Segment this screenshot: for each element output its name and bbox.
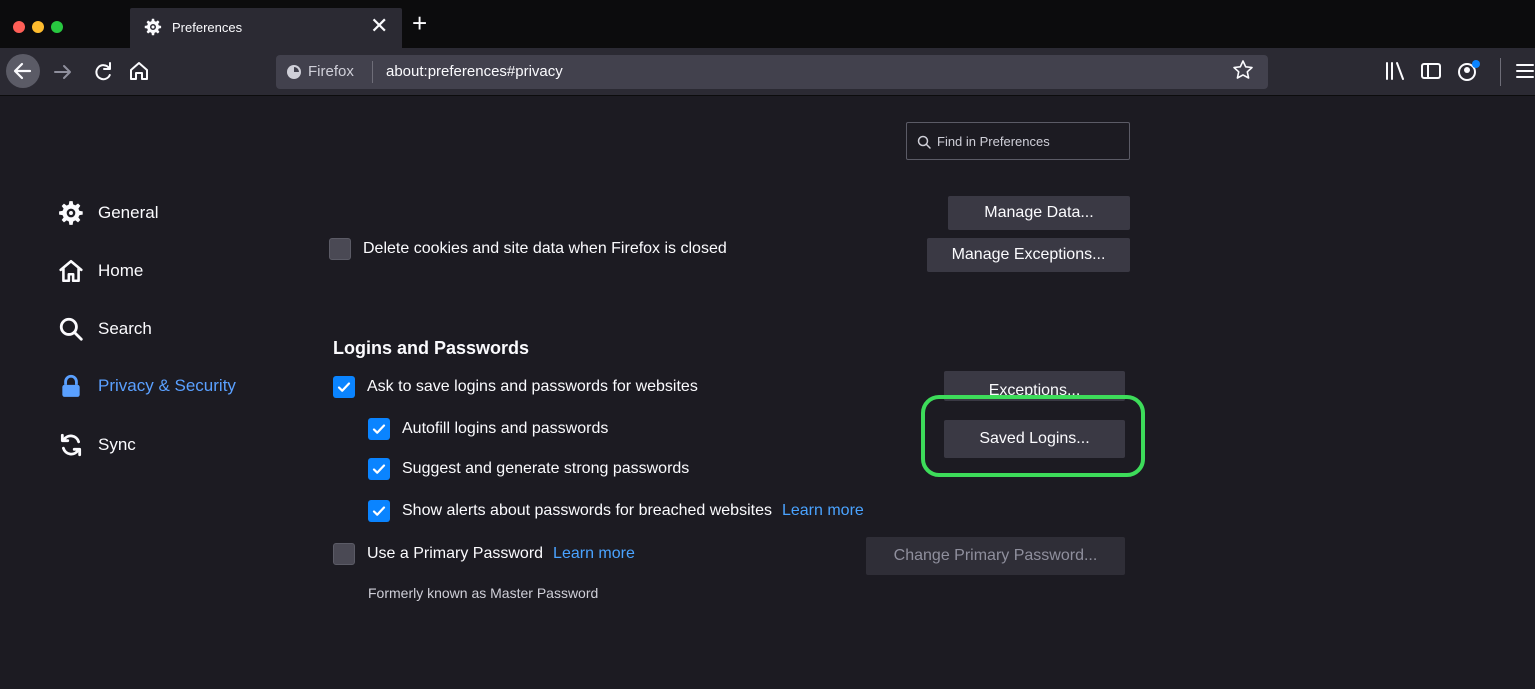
lock-icon bbox=[58, 373, 84, 399]
manage-exceptions-button[interactable]: Manage Exceptions... bbox=[927, 238, 1130, 272]
ask-to-save-checkbox[interactable] bbox=[333, 376, 355, 398]
menu-hamburger-icon[interactable] bbox=[1515, 58, 1535, 84]
reload-icon[interactable] bbox=[92, 61, 114, 83]
search-placeholder: Find in Preferences bbox=[937, 134, 1050, 149]
sidebar-item-label: Privacy & Security bbox=[98, 376, 236, 395]
url-bar[interactable]: Firefox about:preferences#privacy bbox=[276, 55, 1268, 89]
manage-data-button[interactable]: Manage Data... bbox=[948, 196, 1130, 230]
formerly-known-note: Formerly known as Master Password bbox=[368, 585, 599, 601]
nav-bar: Firefox about:preferences#privacy bbox=[0, 48, 1535, 96]
find-in-preferences-input[interactable]: Find in Preferences bbox=[906, 122, 1130, 160]
gear-icon bbox=[58, 200, 84, 226]
breach-alerts-checkbox-row[interactable]: Show alerts about passwords for breached… bbox=[368, 500, 864, 522]
autofill-checkbox-row[interactable]: Autofill logins and passwords bbox=[368, 418, 608, 440]
account-icon[interactable] bbox=[1456, 58, 1482, 84]
identity-separator bbox=[372, 61, 373, 83]
suggest-passwords-checkbox[interactable] bbox=[368, 458, 390, 480]
search-icon bbox=[917, 135, 931, 149]
ask-to-save-label: Ask to save logins and passwords for web… bbox=[367, 378, 698, 395]
toolbar-separator bbox=[1500, 58, 1501, 86]
zoom-window-button[interactable] bbox=[51, 21, 63, 33]
autofill-checkbox[interactable] bbox=[368, 418, 390, 440]
sidebar-item-privacy-security[interactable]: Privacy & Security bbox=[58, 371, 236, 401]
gear-icon bbox=[144, 18, 162, 36]
sidebar-item-search[interactable]: Search bbox=[58, 314, 152, 344]
sidebar-item-general[interactable]: General bbox=[58, 198, 158, 228]
checkmark-icon bbox=[372, 506, 386, 516]
primary-password-checkbox-row[interactable]: Use a Primary Password Learn more bbox=[333, 543, 635, 565]
delete-cookies-checkbox-row[interactable]: Delete cookies and site data when Firefo… bbox=[329, 238, 727, 260]
close-window-button[interactable] bbox=[13, 21, 25, 33]
breach-alerts-checkbox[interactable] bbox=[368, 500, 390, 522]
home-icon bbox=[58, 258, 84, 284]
library-icon[interactable] bbox=[1384, 58, 1406, 84]
tab-preferences[interactable]: Preferences ✕ bbox=[130, 8, 402, 48]
forward-arrow-icon[interactable] bbox=[52, 61, 74, 83]
checkmark-icon bbox=[372, 424, 386, 434]
close-tab-icon[interactable]: ✕ bbox=[370, 14, 388, 38]
saved-logins-highlight bbox=[921, 395, 1145, 477]
identity-label: Firefox bbox=[308, 63, 354, 80]
identity-box[interactable]: Firefox bbox=[286, 63, 354, 80]
url-text[interactable]: about:preferences#privacy bbox=[386, 63, 563, 80]
sidebar-toggle-icon[interactable] bbox=[1420, 58, 1442, 84]
tab-title: Preferences bbox=[172, 20, 243, 35]
minimize-window-button[interactable] bbox=[32, 21, 44, 33]
breach-alerts-learn-more-link[interactable]: Learn more bbox=[782, 502, 864, 520]
new-tab-button[interactable]: + bbox=[412, 10, 427, 36]
suggest-passwords-label: Suggest and generate strong passwords bbox=[402, 460, 690, 477]
sidebar-item-label: Search bbox=[98, 319, 152, 338]
sidebar-item-label: Sync bbox=[98, 435, 136, 454]
search-icon bbox=[58, 316, 84, 342]
back-button[interactable] bbox=[6, 54, 40, 88]
sidebar-item-label: Home bbox=[98, 261, 144, 280]
delete-cookies-checkbox[interactable] bbox=[329, 238, 351, 260]
primary-password-learn-more-link[interactable]: Learn more bbox=[553, 545, 635, 563]
autofill-label: Autofill logins and passwords bbox=[402, 420, 609, 437]
ask-to-save-checkbox-row[interactable]: Ask to save logins and passwords for web… bbox=[333, 376, 698, 398]
checkmark-icon bbox=[337, 382, 351, 392]
sidebar-item-label: General bbox=[98, 203, 159, 222]
firefox-icon bbox=[287, 64, 301, 79]
checkmark-icon bbox=[372, 464, 386, 474]
primary-password-checkbox[interactable] bbox=[333, 543, 355, 565]
breach-alerts-label: Show alerts about passwords for breached… bbox=[402, 502, 772, 519]
home-icon[interactable] bbox=[128, 60, 150, 82]
sync-icon bbox=[58, 432, 84, 458]
primary-password-label: Use a Primary Password bbox=[367, 545, 544, 562]
suggest-passwords-checkbox-row[interactable]: Suggest and generate strong passwords bbox=[368, 458, 689, 480]
sidebar-item-home[interactable]: Home bbox=[58, 256, 143, 286]
logins-section-title: Logins and Passwords bbox=[333, 338, 530, 358]
delete-cookies-label: Delete cookies and site data when Firefo… bbox=[363, 240, 727, 257]
sidebar-item-sync[interactable]: Sync bbox=[58, 430, 136, 460]
bookmark-star-icon[interactable] bbox=[1232, 59, 1254, 81]
tab-strip: Preferences ✕ + bbox=[0, 0, 1535, 48]
change-primary-password-button[interactable]: Change Primary Password... bbox=[866, 537, 1125, 575]
back-arrow-icon bbox=[13, 62, 32, 80]
